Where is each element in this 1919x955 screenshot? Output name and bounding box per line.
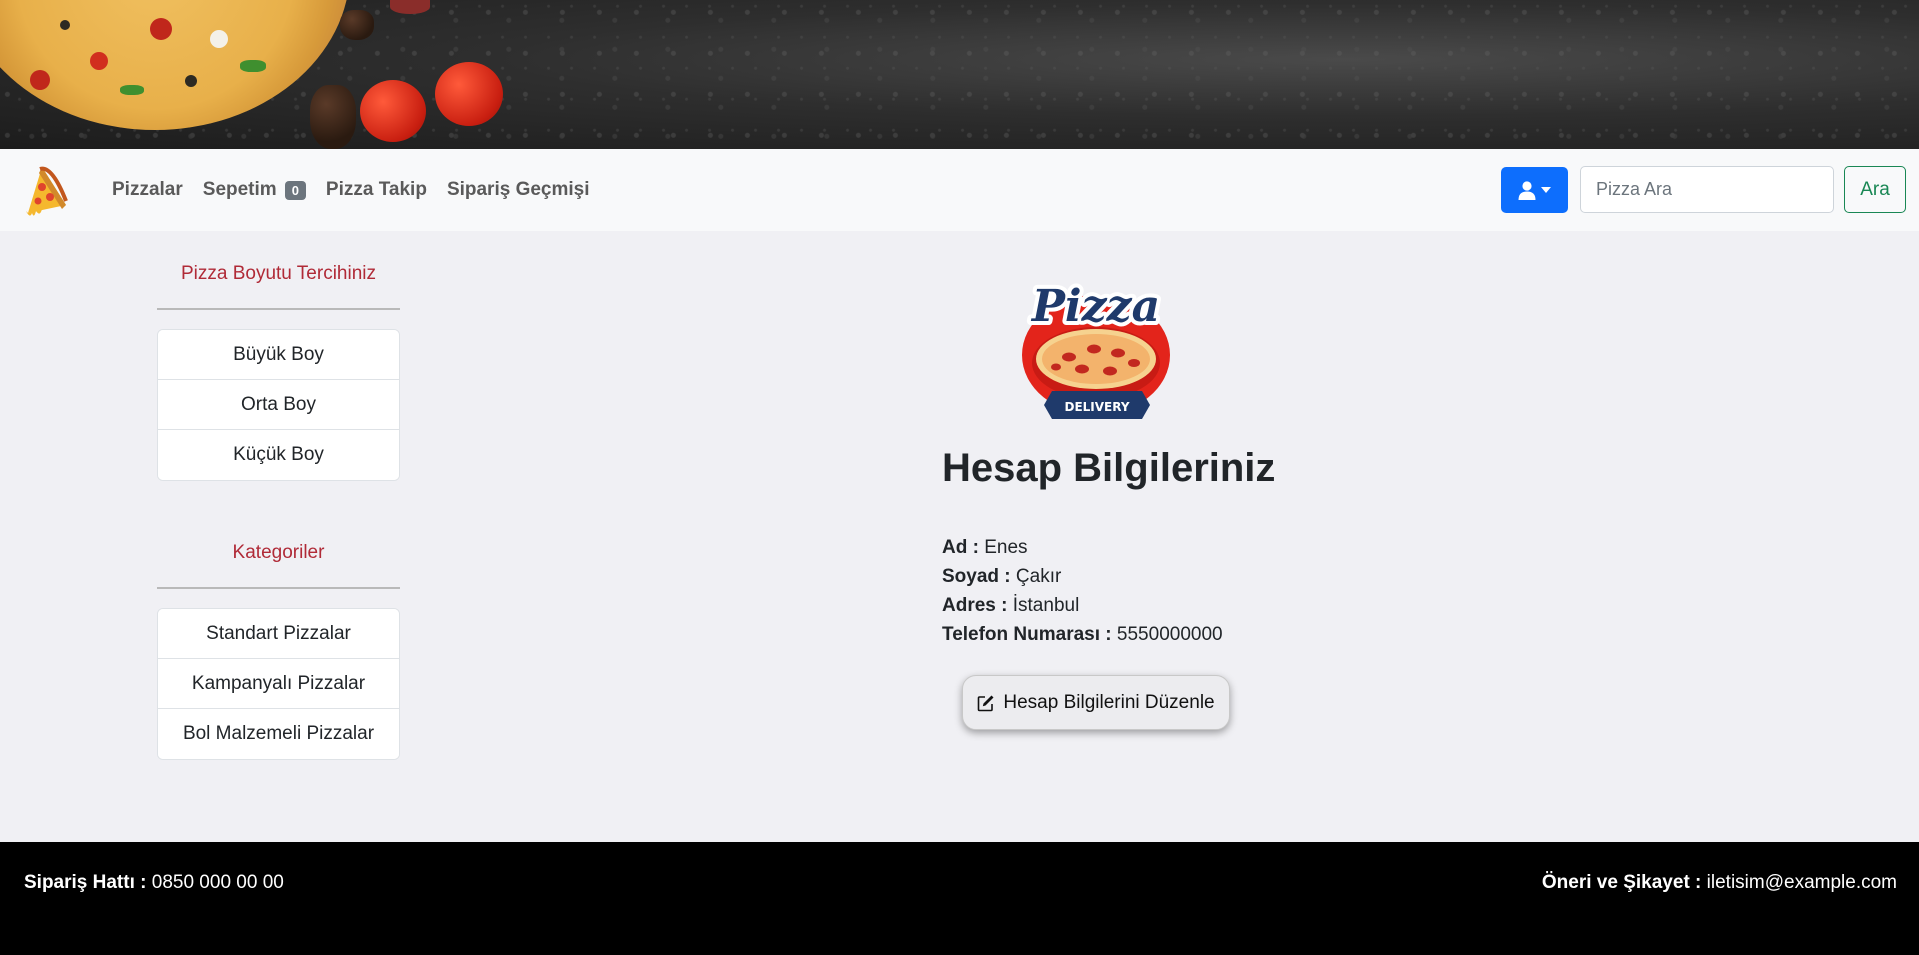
nav-link-pizzalar[interactable]: Pizzalar xyxy=(112,179,183,201)
nav-link-label: Sepetim xyxy=(202,179,277,200)
size-section-title: Pizza Boyutu Tercihiniz xyxy=(180,263,377,284)
logo-text: Pizza xyxy=(1030,281,1160,332)
edit-account-button-label: Hesap Bilgilerini Düzenle xyxy=(1003,691,1215,713)
nav-link-label: Sipariş Geçmişi xyxy=(446,179,590,200)
nav-link-pizza-takip[interactable]: Pizza Takip xyxy=(326,179,427,201)
order-line-phone: 0850 000 00 00 xyxy=(151,872,284,893)
info-row: Telefon Numarası : 5550000000 xyxy=(942,620,1223,649)
info-row: Adres : İstanbul xyxy=(942,591,1223,620)
nav-link-sepetim[interactable]: Sepetim 0 xyxy=(203,179,306,201)
header-banner-image xyxy=(0,0,1919,149)
edit-account-button[interactable]: Hesap Bilgilerini Düzenle xyxy=(962,675,1230,730)
feedback-email[interactable]: iletisim@example.com xyxy=(1707,872,1897,893)
size-item-orta-boy[interactable]: Orta Boy xyxy=(158,380,399,430)
page-title: Hesap Bilgileriniz xyxy=(942,446,1276,490)
brand-pizza-slice-logo[interactable] xyxy=(20,161,70,219)
size-list: Büyük Boy Orta Boy Küçük Boy xyxy=(157,329,400,481)
size-item-buyuk-boy[interactable]: Büyük Boy xyxy=(158,330,399,380)
divider xyxy=(157,308,400,310)
info-label: Telefon Numarası : xyxy=(942,624,1112,645)
category-item-bol-malzemeli[interactable]: Bol Malzemeli Pizzalar xyxy=(158,709,399,759)
info-row: Ad : Enes xyxy=(942,533,1223,562)
nav-link-label: Pizza Takip xyxy=(325,179,427,200)
pizza-delivery-logo: Pizza Pizza DELIVERY xyxy=(1014,265,1179,435)
order-line-label: Sipariş Hattı : xyxy=(24,872,147,893)
account-info: Ad : Enes Soyad : Çakır Adres : İstanbul… xyxy=(942,533,1223,649)
search-input[interactable] xyxy=(1580,166,1834,213)
user-dropdown-button[interactable] xyxy=(1501,167,1568,213)
nav-link-label: Pizzalar xyxy=(112,179,183,200)
nav-link-siparis-gecmisi[interactable]: Sipariş Geçmişi xyxy=(447,179,590,201)
info-value: İstanbul xyxy=(1012,595,1080,616)
info-label: Ad : xyxy=(942,537,979,558)
info-value: Çakır xyxy=(1015,566,1062,587)
cart-count-badge: 0 xyxy=(284,180,306,200)
info-value: Enes xyxy=(984,537,1028,558)
pencil-square-icon xyxy=(978,695,994,711)
user-icon xyxy=(1518,180,1536,200)
caret-down-icon xyxy=(1541,187,1551,193)
navbar: Pizzalar Sepetim 0 Pizza Takip Sipariş G… xyxy=(0,149,1919,231)
info-row: Soyad : Çakır xyxy=(942,562,1223,591)
search-button[interactable]: Ara xyxy=(1844,166,1906,213)
divider xyxy=(157,587,400,589)
category-item-kampanyali[interactable]: Kampanyalı Pizzalar xyxy=(158,659,399,709)
category-list: Standart Pizzalar Kampanyalı Pizzalar Bo… xyxy=(157,608,400,760)
nav-links: Pizzalar Sepetim 0 Pizza Takip Sipariş G… xyxy=(112,149,590,231)
feedback-label: Öneri ve Şikayet : xyxy=(1541,872,1702,893)
size-item-kucuk-boy[interactable]: Küçük Boy xyxy=(158,430,399,480)
footer: Sipariş Hattı : 0850 000 00 00 Öneri ve … xyxy=(0,842,1919,955)
info-value: 5550000000 xyxy=(1116,624,1223,645)
category-section-title: Kategoriler xyxy=(232,542,325,563)
info-label: Soyad : xyxy=(942,566,1011,587)
order-line: Sipariş Hattı : 0850 000 00 00 xyxy=(24,872,284,894)
feedback-contact: Öneri ve Şikayet : iletisim@example.com xyxy=(1542,872,1897,894)
category-item-standart[interactable]: Standart Pizzalar xyxy=(158,609,399,659)
info-label: Adres : xyxy=(942,595,1008,616)
logo-subtext: DELIVERY xyxy=(1064,400,1129,414)
